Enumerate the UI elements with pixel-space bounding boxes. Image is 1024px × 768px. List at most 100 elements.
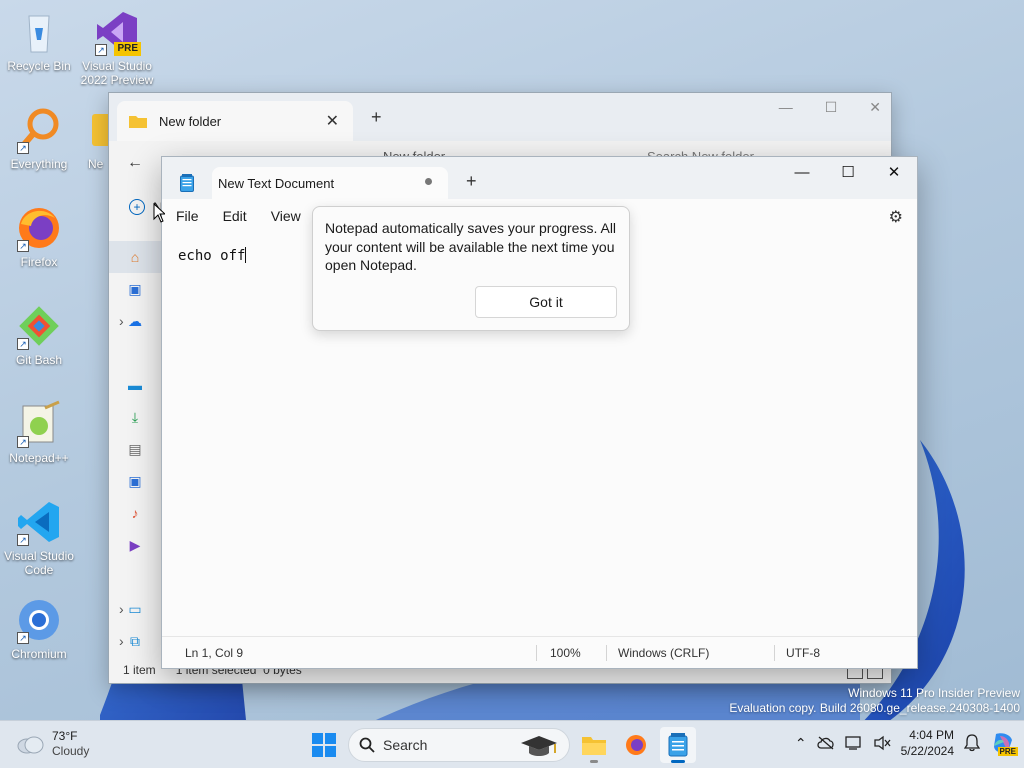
nav-item-gallery[interactable]: ▣ [109,273,161,305]
desktop-icon-git-bash[interactable]: ↗ Git Bash [1,302,77,367]
vscode-icon: ↗ [15,498,63,546]
desktop-icon-vscode[interactable]: ↗ Visual Studio Code [1,498,77,577]
watermark-line-1: Windows 11 Pro Insider Preview [848,686,1020,700]
copilot-preview-badge: PRE [997,747,1018,756]
copilot-button[interactable]: PRE [990,730,1018,756]
document-icon: ▤ [128,440,142,457]
maximize-button[interactable]: ☐ [825,157,871,187]
shortcut-arrow-icon: ↗ [17,142,29,154]
desktop-icon-label: Ne [88,157,104,171]
maximize-button[interactable]: ☐ [825,99,838,116]
chevron-up-icon[interactable]: ⌃ [795,735,807,752]
everything-search-icon: ↗ [15,106,63,154]
taskbar-firefox[interactable] [618,727,654,763]
new-tab-button[interactable]: + [466,171,477,192]
desktop-icon-label: Firefox [20,255,58,269]
search-icon [359,737,375,753]
chevron-right-icon[interactable]: › [119,313,124,329]
visual-studio-icon: PRE ↗ [93,8,141,56]
taskbar-search-box[interactable]: Search [348,728,570,762]
weather-temperature: 73°F [52,729,78,743]
network-icon[interactable] [844,735,863,751]
clock[interactable]: 4:04 PM 5/22/2024 [901,727,954,759]
desktop-icon-everything[interactable]: ↗ Everything [1,106,77,171]
taskbar: 73°F Cloudy Search ⌃ 4:04 PM 5/22/2024 P… [0,720,1024,768]
minimize-button[interactable]: — [779,157,825,187]
video-icon: ▶ [129,536,141,553]
download-icon: ⤓ [131,408,139,425]
folder-icon [82,106,110,154]
nav-item-onedrive[interactable]: › ☁ [109,305,161,337]
nav-item-pictures[interactable]: ▣ [109,465,161,497]
preview-badge: PRE [114,42,141,56]
desktop-icon-chromium[interactable]: ↗ Chromium [1,596,77,661]
weather-condition: Cloudy [52,744,90,758]
desktop-icon-label: Git Bash [15,353,63,367]
add-circle-icon: + [129,199,145,215]
desktop-icon-label: Visual Studio Code [4,549,74,577]
graduation-cap-icon [521,736,557,756]
nav-item-desktop[interactable]: ▬ [109,369,161,401]
new-tab-button[interactable]: + [371,107,382,128]
nav-item-documents[interactable]: ▤ [109,433,161,465]
desktop-icon-visual-studio-preview[interactable]: PRE ↗ Visual Studio 2022 Preview [79,8,155,87]
menu-file[interactable]: File [176,208,199,224]
menu-edit[interactable]: Edit [223,208,247,224]
desktop-icon-label: Everything [10,157,68,171]
desktop-icon-firefox[interactable]: ↗ Firefox [1,204,77,269]
nav-item-music[interactable]: ♪ [109,497,161,529]
running-indicator [590,760,598,763]
close-button[interactable]: ✕ [869,99,881,116]
explorer-tab[interactable]: New folder ✕ [117,101,353,141]
line-ending: Windows (CRLF) [618,646,710,660]
gear-icon[interactable]: ⚙ [889,207,903,227]
chevron-right-icon[interactable]: › [119,601,124,617]
windows-logo-icon [312,733,336,757]
volume-muted-icon[interactable] [873,735,891,751]
gallery-icon: ▣ [128,280,142,297]
active-indicator [671,760,685,763]
desktop-icon-label: Chromium [11,647,67,661]
notepad-tab[interactable]: New Text Document [212,167,448,199]
search-label: Search [383,737,428,753]
firefox-icon [626,735,646,755]
explorer-titlebar[interactable]: New folder ✕ + — ☐ ✕ [109,93,891,141]
cloud-offline-icon[interactable] [816,736,835,750]
notification-bell-icon[interactable] [964,734,980,752]
desktop-icon-recycle-bin[interactable]: Recycle Bin [1,8,77,73]
close-tab-icon[interactable]: ✕ [326,111,339,131]
desktop-icon-partial-folder[interactable]: Ne [82,106,110,171]
clock-time: 4:04 PM [909,728,954,742]
watermark-line-2: Evaluation copy. Build 26080.ge_release.… [729,701,1020,715]
monitor-icon: ▭ [128,600,142,617]
notepad-titlebar[interactable]: New Text Document + — ☐ ✕ [162,157,917,199]
notepad-app-icon [180,174,194,192]
taskbar-notepad[interactable] [660,727,696,763]
shortcut-arrow-icon: ↗ [17,436,29,448]
text-caret [245,247,247,263]
minimize-button[interactable]: — [779,99,793,116]
menu-view[interactable]: View [271,208,301,224]
taskbar-file-explorer[interactable] [576,727,612,763]
network-icon: ⧉ [130,632,140,649]
shortcut-arrow-icon: ↗ [17,240,29,252]
nav-item-network[interactable]: › ⧉ [109,625,161,657]
shortcut-arrow-icon: ↗ [17,632,29,644]
firefox-icon: ↗ [15,204,63,252]
notepad-status-bar: Ln 1, Col 9 100% Windows (CRLF) UTF-8 [162,636,917,668]
got-it-button[interactable]: Got it [475,286,617,318]
weather-widget[interactable]: 73°F Cloudy [16,729,89,759]
nav-item-this-pc[interactable]: › ▭ [109,593,161,625]
nav-item-videos[interactable]: ▶ [109,529,161,561]
chevron-right-icon[interactable]: › [119,633,124,649]
start-button[interactable] [306,727,342,763]
close-button[interactable]: ✕ [871,157,917,187]
desktop-icon-notepad-plus-plus[interactable]: ↗ Notepad++ [1,400,77,465]
unsaved-indicator-icon[interactable] [425,178,432,185]
back-arrow-icon[interactable]: ← [127,154,143,172]
item-count: 1 item [123,663,156,677]
nav-item-downloads[interactable]: ⤓ [109,401,161,433]
nav-item-home[interactable]: ⌂ [109,241,161,273]
cursor-position: Ln 1, Col 9 [185,646,244,660]
notepad-tab-title: New Text Document [218,175,335,191]
